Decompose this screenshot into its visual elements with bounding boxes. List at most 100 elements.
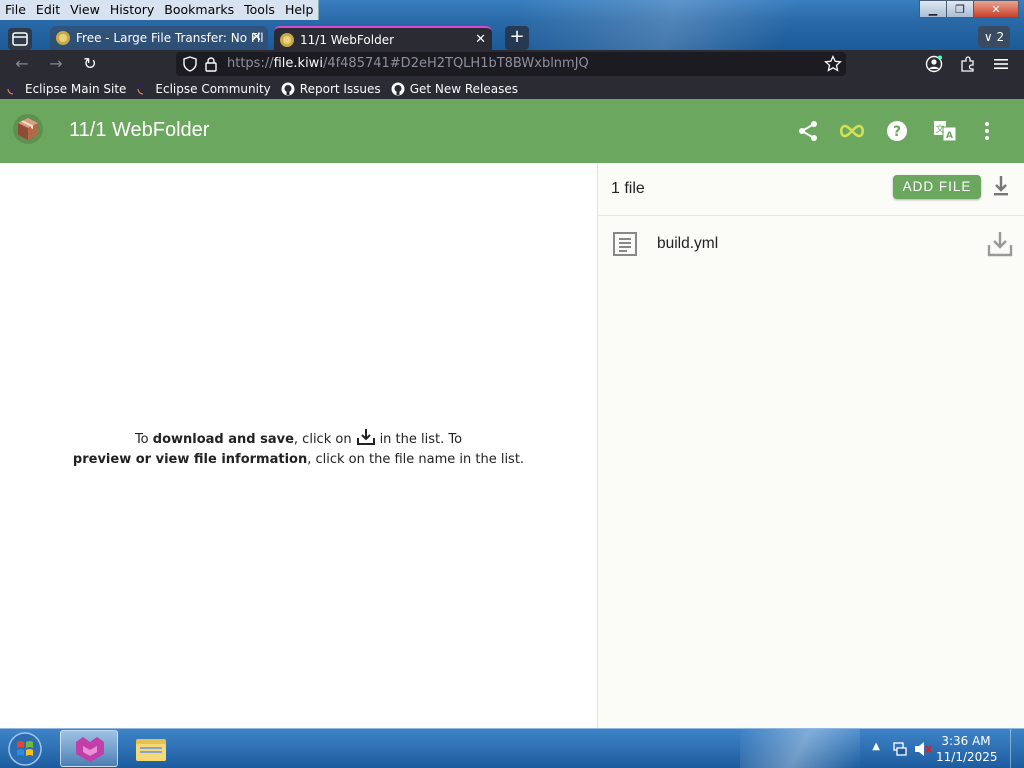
url-path: /4f485741#D2eH2TQLH1bT8BWxblnmJQ [322, 56, 589, 71]
bookmark-label: Report Issues [299, 81, 381, 96]
close-icon: ✕ [991, 2, 1001, 16]
add-file-button[interactable]: ADD FILE [893, 175, 981, 199]
url-bar[interactable]: https://file.kiwi/4f485741#D2eH2TQLH1bT8… [176, 52, 846, 76]
menu-history[interactable]: History [105, 0, 159, 20]
svg-text:?: ? [893, 124, 901, 140]
reload-button[interactable]: ↻ [80, 54, 100, 74]
extensions-icon[interactable] [959, 55, 977, 73]
back-button[interactable]: ← [12, 54, 32, 74]
chevron-down-icon: ∨ [983, 30, 997, 44]
bookmark-eclipse-main[interactable]: Eclipse Main Site [6, 82, 126, 96]
bookmark-star-icon[interactable] [824, 55, 842, 73]
restore-button[interactable]: ❐ [946, 0, 974, 18]
url-scheme: https:// [227, 56, 274, 71]
forward-arrow-icon: → [49, 54, 63, 73]
divider [598, 215, 1024, 216]
hint-text: , click on [293, 432, 352, 447]
svg-text:文: 文 [935, 123, 944, 135]
hint-bold: preview or view file information [72, 452, 308, 467]
bookmark-label: Eclipse Main Site [25, 81, 127, 96]
menu-file[interactable]: File [0, 0, 31, 20]
menu-bookmarks[interactable]: Bookmarks [159, 0, 239, 20]
show-hidden-icons-icon[interactable]: ▲ [872, 741, 880, 752]
hint-text: in the list. To [379, 432, 463, 447]
url-host: file.kiwi [273, 56, 323, 71]
bookmarks-toolbar: Eclipse Main Site Eclipse Community Repo… [0, 78, 1024, 99]
box-logo-icon [13, 114, 43, 144]
url-text: https://file.kiwi/4f485741#D2eH2TQLH1bT8… [227, 56, 589, 71]
more-vert-icon[interactable] [975, 119, 999, 143]
menu-edit[interactable]: Edit [31, 0, 65, 20]
tab-overview-button[interactable] [8, 28, 32, 50]
bookmark-label: Get New Releases [409, 81, 519, 96]
github-icon [391, 82, 405, 95]
clock-time: 3:36 AM [941, 734, 991, 748]
close-tab-icon[interactable]: ✕ [475, 28, 486, 50]
clock-date: 11/1/2025 [936, 750, 998, 764]
github-icon [281, 82, 295, 95]
download-icon[interactable] [986, 230, 1014, 258]
file-row[interactable]: build.yml [598, 223, 1024, 265]
tab-list-button[interactable]: ∨ 2 [978, 26, 1010, 48]
download-icon [356, 429, 375, 445]
eclipse-icon [7, 82, 20, 95]
show-desktop-button[interactable] [1010, 729, 1024, 768]
menu-bar: File Edit View History Bookmarks Tools H… [0, 0, 320, 20]
kiwi-favicon-icon [56, 31, 70, 45]
usage-hint: To download and save, click on in the lis… [0, 428, 597, 470]
shield-icon[interactable] [182, 56, 198, 72]
menu-tools[interactable]: Tools [239, 0, 280, 20]
bookmark-eclipse-community[interactable]: Eclipse Community [136, 81, 271, 96]
help-icon[interactable]: ? [885, 119, 909, 143]
navigation-bar: ← → ↻ https://file.kiwi/4f485741#D2eH2TQ… [0, 50, 1024, 78]
tab-title: 11/1 WebFolder [300, 33, 395, 47]
tab-count: 2 [996, 30, 1005, 44]
minimize-button[interactable]: ▁ [919, 0, 947, 18]
forward-button[interactable]: → [46, 54, 66, 74]
clock[interactable]: 3:36 AM 11/1/2025 [936, 733, 998, 765]
taskbar-explorer[interactable] [122, 730, 180, 767]
folder-icon [136, 739, 166, 761]
bookmark-get-new-releases[interactable]: Get New Releases [391, 82, 518, 96]
tab-webfolder[interactable]: 11/1 WebFolder ✕ [274, 26, 492, 50]
hint-bold: download and save [152, 432, 294, 447]
share-icon[interactable] [796, 119, 820, 143]
new-tab-button[interactable]: + [505, 26, 529, 50]
reload-icon: ↻ [83, 54, 97, 73]
kiwi-favicon-icon [280, 33, 294, 47]
menu-view[interactable]: View [65, 0, 105, 20]
hamburger-menu-icon[interactable] [993, 56, 1009, 72]
back-arrow-icon: ← [15, 54, 29, 73]
volume-muted-icon[interactable] [914, 741, 932, 757]
file-name[interactable]: build.yml [657, 235, 718, 253]
lock-icon[interactable] [204, 56, 218, 72]
tab-overview-icon [12, 32, 28, 46]
preview-pane: To download and save, click on in the lis… [0, 163, 597, 728]
download-all-icon[interactable] [990, 175, 1012, 199]
hint-line-1: To download and save, click on in the lis… [0, 428, 597, 450]
file-list-pane: 1 file ADD FILE build.yml [597, 163, 1024, 728]
tab-file-transfer[interactable]: Free - Large File Transfer: No Fil ✕ [50, 26, 268, 50]
hint-text: To [134, 432, 153, 447]
taskbar-browser[interactable] [60, 730, 118, 767]
close-tab-icon[interactable]: ✕ [251, 26, 262, 50]
windows-start-icon[interactable] [6, 731, 44, 767]
restore-icon: ❐ [955, 2, 965, 16]
menu-help[interactable]: Help [280, 0, 319, 20]
app-header: 11/1 WebFolder ? 文A [0, 99, 1024, 163]
bookmark-label: Eclipse Community [155, 81, 271, 96]
tab-title: Free - Large File Transfer: No Fil [76, 31, 264, 45]
infinity-icon[interactable] [838, 119, 866, 143]
bookmark-report-issues[interactable]: Report Issues [281, 82, 381, 96]
close-window-button[interactable]: ✕ [973, 0, 1019, 18]
hint-text: , click on the file name in the list. [307, 452, 525, 467]
plus-icon: + [509, 26, 525, 47]
eclipse-icon [137, 82, 151, 95]
hint-line-2: preview or view file information, click … [0, 450, 597, 470]
minimize-icon: ▁ [928, 2, 938, 16]
network-icon[interactable] [892, 741, 908, 757]
tab-strip: Free - Large File Transfer: No Fil ✕ 11/… [0, 26, 1024, 50]
translate-icon[interactable]: 文A [933, 119, 957, 143]
svg-text:A: A [946, 131, 953, 141]
account-icon[interactable] [925, 55, 943, 73]
